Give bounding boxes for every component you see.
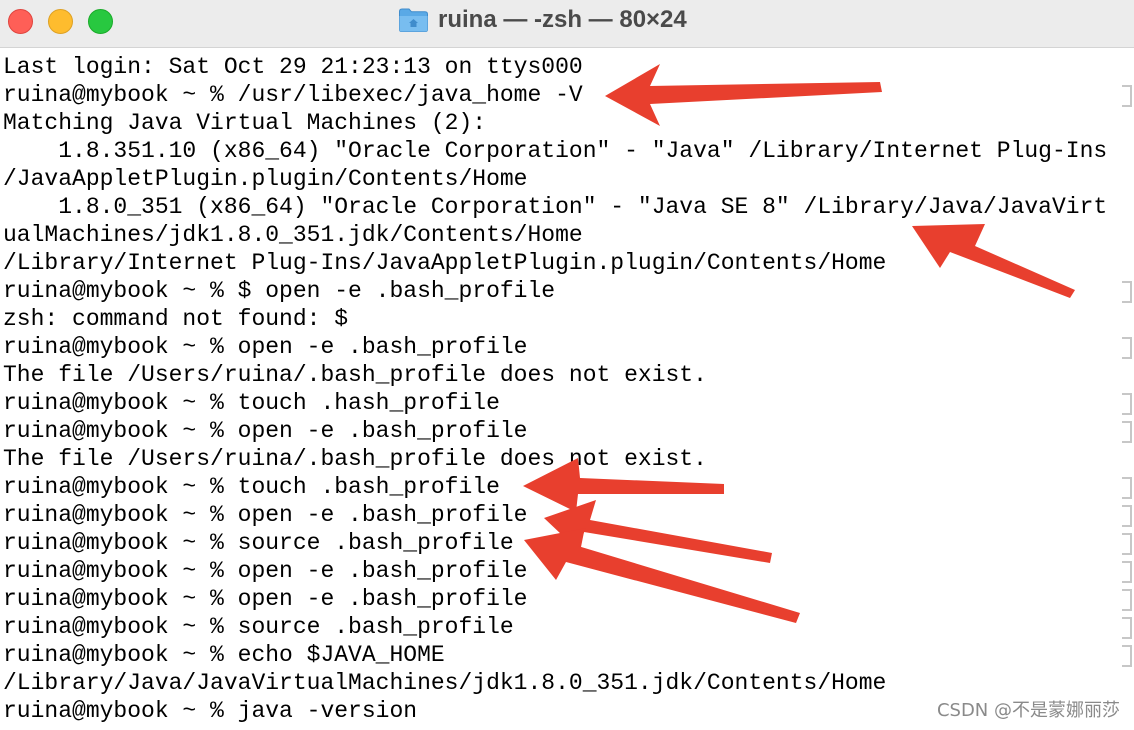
terminal-line: ruina@mybook ~ % open -e .bash_profile — [3, 502, 528, 528]
line-marker — [1122, 393, 1132, 415]
terminal-line: ruina@mybook ~ % touch .hash_profile — [3, 390, 500, 416]
line-marker — [1122, 617, 1132, 639]
terminal-line: ualMachines/jdk1.8.0_351.jdk/Contents/Ho… — [3, 222, 583, 248]
line-marker — [1122, 561, 1132, 583]
terminal-line: The file /Users/ruina/.bash_profile does… — [3, 362, 707, 388]
terminal-line: 1.8.0_351 (x86_64) "Oracle Corporation" … — [3, 194, 1108, 220]
minimize-button[interactable] — [48, 9, 73, 34]
terminal-line: ruina@mybook ~ % open -e .bash_profile — [3, 558, 528, 584]
terminal-line: ruina@mybook ~ % open -e .bash_profile — [3, 586, 528, 612]
terminal-line: /Library/Internet Plug-Ins/JavaAppletPlu… — [3, 250, 887, 276]
line-marker — [1122, 505, 1132, 527]
title-bar[interactable]: ruina — -zsh — 80×24 — [0, 0, 1134, 48]
terminal-output[interactable]: Last login: Sat Oct 29 21:23:13 on ttys0… — [0, 53, 1134, 730]
folder-icon — [399, 8, 428, 32]
window-title: ruina — -zsh — 80×24 — [438, 6, 687, 33]
close-button[interactable] — [8, 9, 33, 34]
terminal-line: 1.8.351.10 (x86_64) "Oracle Corporation"… — [3, 138, 1108, 164]
zoom-button[interactable] — [88, 9, 113, 34]
line-marker — [1122, 645, 1132, 667]
terminal-line: ruina@mybook ~ % open -e .bash_profile — [3, 418, 528, 444]
terminal-line: Last login: Sat Oct 29 21:23:13 on ttys0… — [3, 54, 583, 80]
terminal-line: The file /Users/ruina/.bash_profile does… — [3, 446, 707, 472]
line-marker — [1122, 85, 1132, 107]
terminal-line: ruina@mybook ~ % source .bash_profile — [3, 614, 514, 640]
line-marker — [1122, 421, 1132, 443]
line-marker — [1122, 281, 1132, 303]
terminal-line: ruina@mybook ~ % /usr/libexec/java_home … — [3, 82, 583, 108]
terminal-line: ruina@mybook ~ % echo $JAVA_HOME — [3, 642, 445, 668]
terminal-line: /JavaAppletPlugin.plugin/Contents/Home — [3, 166, 528, 192]
terminal-window: ruina — -zsh — 80×24 Last login: Sat Oct… — [0, 0, 1134, 730]
line-marker — [1122, 589, 1132, 611]
line-marker — [1122, 533, 1132, 555]
line-marker — [1122, 337, 1132, 359]
line-marker — [1122, 477, 1132, 499]
terminal-line: /Library/Java/JavaVirtualMachines/jdk1.8… — [3, 670, 887, 696]
watermark: CSDN @不是蒙娜丽莎 — [936, 700, 1120, 721]
terminal-line: ruina@mybook ~ % touch .bash_profile — [3, 474, 500, 500]
terminal-line: ruina@mybook ~ % source .bash_profile — [3, 530, 514, 556]
window-title-group: ruina — -zsh — 80×24 — [398, 5, 687, 35]
terminal-line: ruina@mybook ~ % $ open -e .bash_profile — [3, 278, 556, 304]
terminal-line: ruina@mybook ~ % open -e .bash_profile — [3, 334, 528, 360]
terminal-line: zsh: command not found: $ — [3, 306, 349, 332]
terminal-line: Matching Java Virtual Machines (2): — [3, 110, 487, 136]
